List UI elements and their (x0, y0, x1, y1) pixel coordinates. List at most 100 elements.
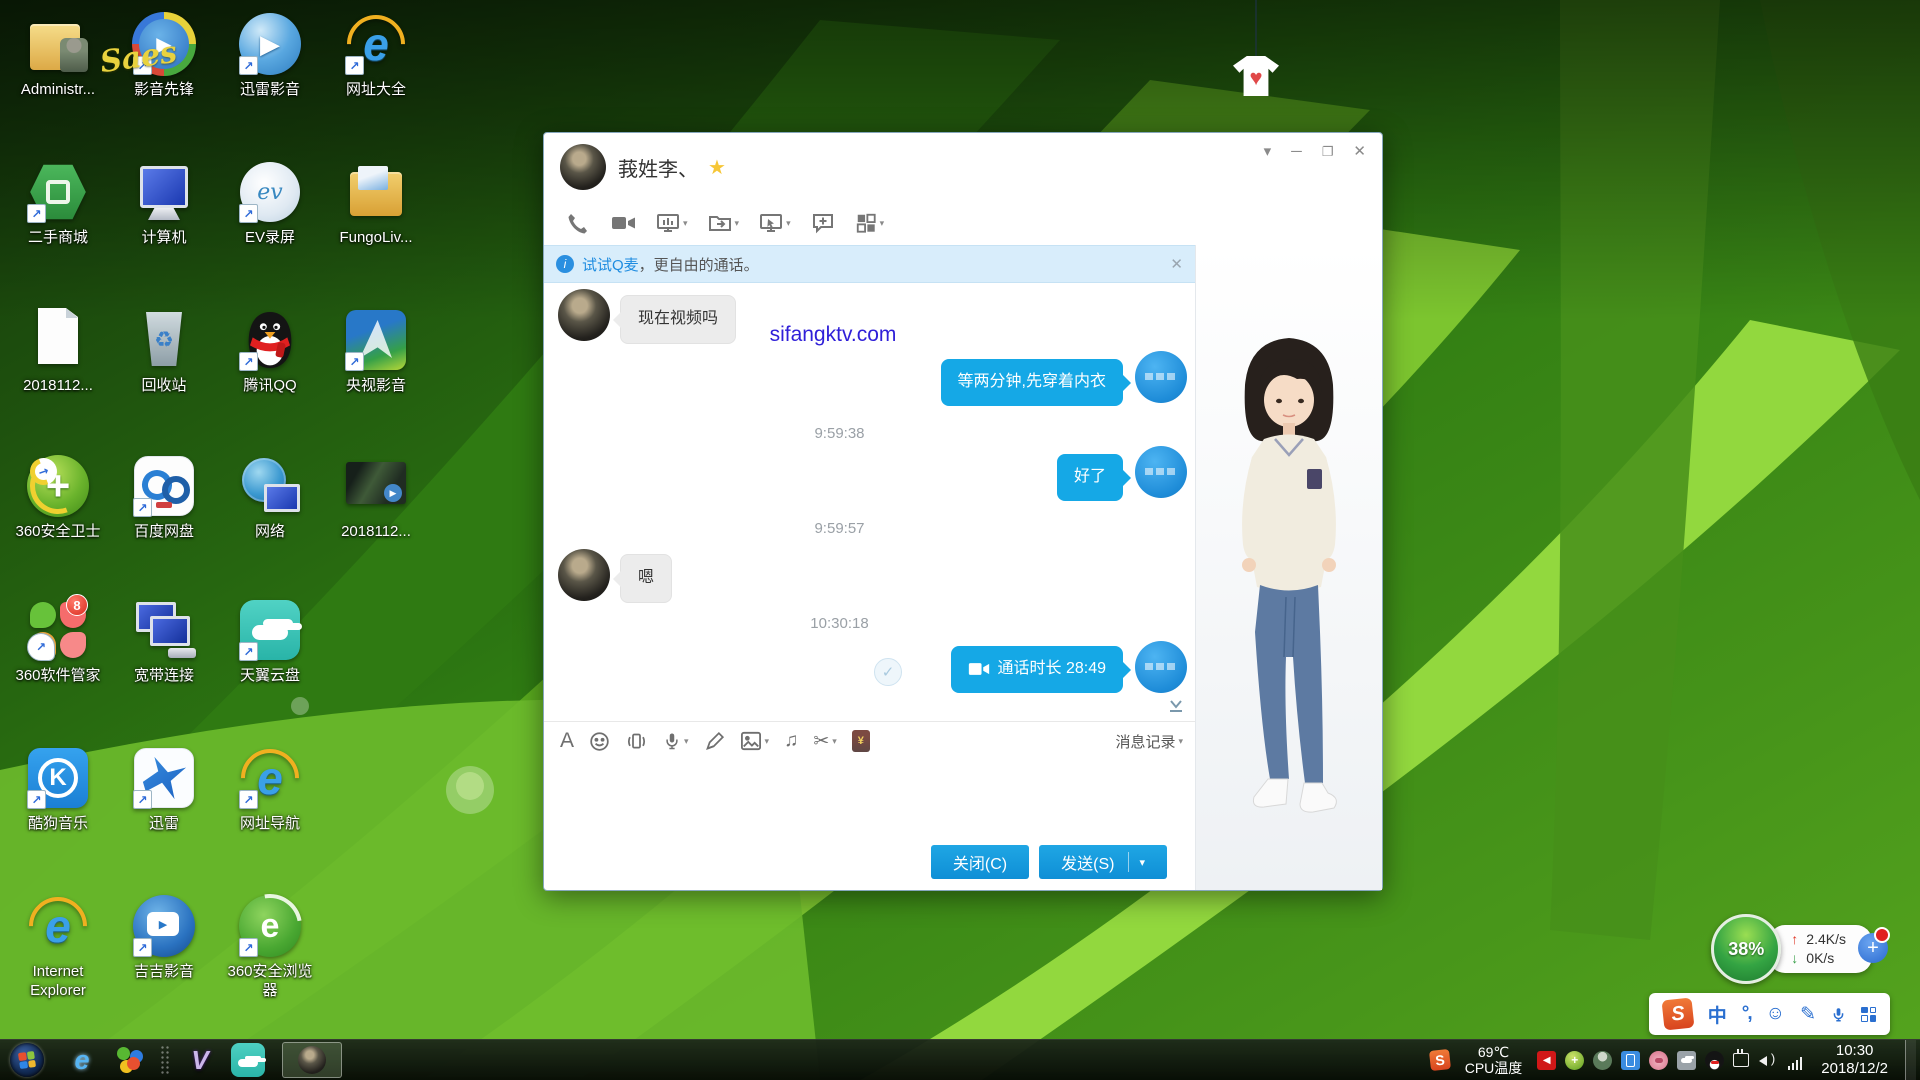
emoji-picker-icon[interactable] (1766, 1003, 1785, 1025)
peer-avatar[interactable] (560, 144, 606, 190)
message-history-button[interactable]: 消息记录 (1115, 731, 1183, 752)
desktop-icon-recycle-bin[interactable]: 回收站 (114, 306, 214, 396)
sogou-logo-icon[interactable]: S (1661, 998, 1694, 1031)
taskbar-tianyi-cloud-icon[interactable] (228, 1042, 268, 1078)
screenshot-icon[interactable] (809, 728, 840, 755)
desktop-icon-computer[interactable]: 计算机 (114, 158, 214, 248)
desktop-icon-xunlei[interactable]: 迅雷 (114, 744, 214, 834)
hanging-tshirt-widget[interactable] (1232, 0, 1280, 96)
desktop-icon-broadband[interactable]: 宽带连接 (114, 596, 214, 686)
send-button[interactable]: 发送(S) (1039, 845, 1167, 879)
font-icon[interactable]: A (556, 727, 578, 755)
music-icon[interactable] (780, 728, 802, 754)
desktop-icon-360-software-manager[interactable]: 8 360软件管家 (8, 596, 108, 686)
net-speed-widget[interactable]: 38% ↑2.4K/s ↓0K/s + (1711, 914, 1872, 984)
chat-toolbar (544, 201, 1382, 245)
desktop-icon-ev-luping[interactable]: EV录屏 (220, 158, 320, 248)
qmai-link[interactable]: 试试Q麦 (582, 254, 639, 275)
tray-phone-icon[interactable] (1621, 1051, 1640, 1070)
desktop-icon-tianyi-cloud[interactable]: 天翼云盘 (220, 596, 320, 686)
close-icon[interactable] (1353, 143, 1366, 161)
tray-qq-icon[interactable] (1705, 1051, 1724, 1070)
tray-input-device-icon[interactable] (1733, 1053, 1749, 1067)
titlebar[interactable]: 莪姓李、 ★ (544, 133, 1382, 201)
emoji-icon[interactable] (585, 729, 614, 754)
tshirt-heart-icon (1233, 56, 1279, 96)
start-button[interactable] (10, 1043, 44, 1077)
desktop-icon-video-file[interactable]: 2018112... (326, 452, 426, 542)
tray-announcement-icon[interactable] (1537, 1051, 1556, 1070)
desktop-icon-internet-explorer[interactable]: Internet Explorer (8, 892, 108, 1001)
tray-network-signal-icon[interactable] (1785, 1051, 1804, 1070)
video-call-icon[interactable] (604, 207, 642, 239)
desktop-icon-wangzhidaquan[interactable]: 网址大全 (326, 10, 426, 100)
desktop-icon-ershoushangcheng[interactable]: 二手商城 (8, 158, 108, 248)
shortcut-arrow-icon (239, 352, 258, 371)
cpu-temperature[interactable]: 69℃CPU温度 (1465, 1044, 1523, 1076)
remote-assist-icon[interactable] (753, 207, 797, 239)
show-desktop-button[interactable] (1905, 1040, 1916, 1080)
window-shake-icon[interactable] (621, 729, 652, 754)
self-avatar[interactable] (1135, 351, 1187, 403)
notice-close-icon[interactable] (1170, 255, 1183, 273)
red-packet-icon[interactable] (848, 728, 874, 754)
taskbar-clock[interactable]: 10:302018/12/2 (1821, 1042, 1888, 1078)
ime-mode-toggle[interactable]: 中 (1708, 1001, 1727, 1028)
handwriting-pad-icon[interactable] (1800, 1003, 1816, 1026)
self-avatar[interactable] (1135, 641, 1187, 693)
taskbar-sogou-browser-icon[interactable] (110, 1042, 150, 1078)
send-options-caret-icon[interactable] (1139, 853, 1145, 871)
watermark-text: sifangktv.com (683, 323, 983, 347)
file-transfer-icon[interactable] (702, 207, 746, 239)
apps-grid-icon[interactable] (849, 208, 891, 238)
handwriting-icon[interactable] (700, 729, 729, 754)
peer-avatar[interactable] (558, 289, 610, 341)
memory-ball[interactable]: 38% (1711, 914, 1781, 984)
dual-monitor-icon (132, 598, 196, 662)
tray-user-icon[interactable] (1593, 1051, 1612, 1070)
scroll-to-bottom-icon[interactable] (1167, 698, 1185, 719)
desktop-icon-wangzhidaohang[interactable]: 网址导航 (220, 744, 320, 834)
desktop-icon-yingyinxianfeng[interactable]: Saes 影音先锋 (114, 10, 214, 100)
sogou-ime-bar[interactable]: S 中 (1649, 993, 1890, 1035)
taskbar-v-player-icon[interactable]: V (180, 1042, 220, 1078)
peer-avatar[interactable] (558, 549, 610, 601)
qq-show-panel[interactable] (1196, 245, 1382, 890)
desktop-icon-document[interactable]: 2018112... (8, 306, 108, 396)
desktop-icon-xunlei-yingyin[interactable]: 迅雷影音 (220, 10, 320, 100)
voice-call-icon[interactable] (560, 207, 596, 239)
baidu-cloud-icon (132, 454, 196, 518)
close-button[interactable]: 关闭(C) (931, 845, 1029, 879)
desktop-icon-360-browser[interactable]: 360安全浏览器 (220, 892, 320, 1001)
voice-message-icon[interactable] (659, 728, 693, 754)
desktop-icon-kugou-music[interactable]: 酷狗音乐 (8, 744, 108, 834)
desktop-icon-network[interactable]: 网络 (220, 452, 320, 542)
tray-cloud-icon[interactable] (1677, 1051, 1696, 1070)
image-icon[interactable] (736, 729, 774, 753)
screen-demo-icon[interactable] (650, 207, 694, 239)
desktop-icon-fungolive[interactable]: FungoLiv... (326, 158, 426, 248)
self-avatar[interactable] (1135, 446, 1187, 498)
rollup-icon[interactable] (1264, 143, 1272, 161)
message-input[interactable] (544, 760, 1195, 833)
desktop-icon-administrator[interactable]: Administr... (8, 10, 108, 100)
maximize-icon[interactable] (1322, 143, 1334, 161)
punctuation-icon[interactable] (1742, 1003, 1751, 1025)
taskbar-active-chat-window[interactable] (282, 1042, 342, 1078)
taskbar-ie-icon[interactable]: e (62, 1042, 102, 1078)
folder-icon (344, 160, 408, 224)
tray-360-icon[interactable] (1565, 1051, 1584, 1070)
desktop-icon-tencent-qq[interactable]: 腾讯QQ (220, 306, 320, 396)
desktop-icon-360-safe[interactable]: 360安全卫士 (8, 452, 108, 542)
update-count-badge: 8 (66, 594, 88, 616)
minimize-icon[interactable] (1291, 143, 1302, 161)
tray-pig-icon[interactable] (1649, 1051, 1668, 1070)
desktop-icon-baidu-netdisk[interactable]: 百度网盘 (114, 452, 214, 542)
desktop-icon-jiji-yingyin[interactable]: 吉吉影音 (114, 892, 214, 982)
tray-sogou-icon[interactable]: S (1429, 1049, 1451, 1071)
desktop-icon-cctv-yingyin[interactable]: 央视影音 (326, 306, 426, 396)
tray-volume-icon[interactable] (1758, 1051, 1776, 1070)
voice-input-icon[interactable] (1831, 1005, 1846, 1024)
toolbox-grid-icon[interactable] (1861, 1007, 1876, 1022)
create-chat-icon[interactable] (805, 207, 841, 239)
